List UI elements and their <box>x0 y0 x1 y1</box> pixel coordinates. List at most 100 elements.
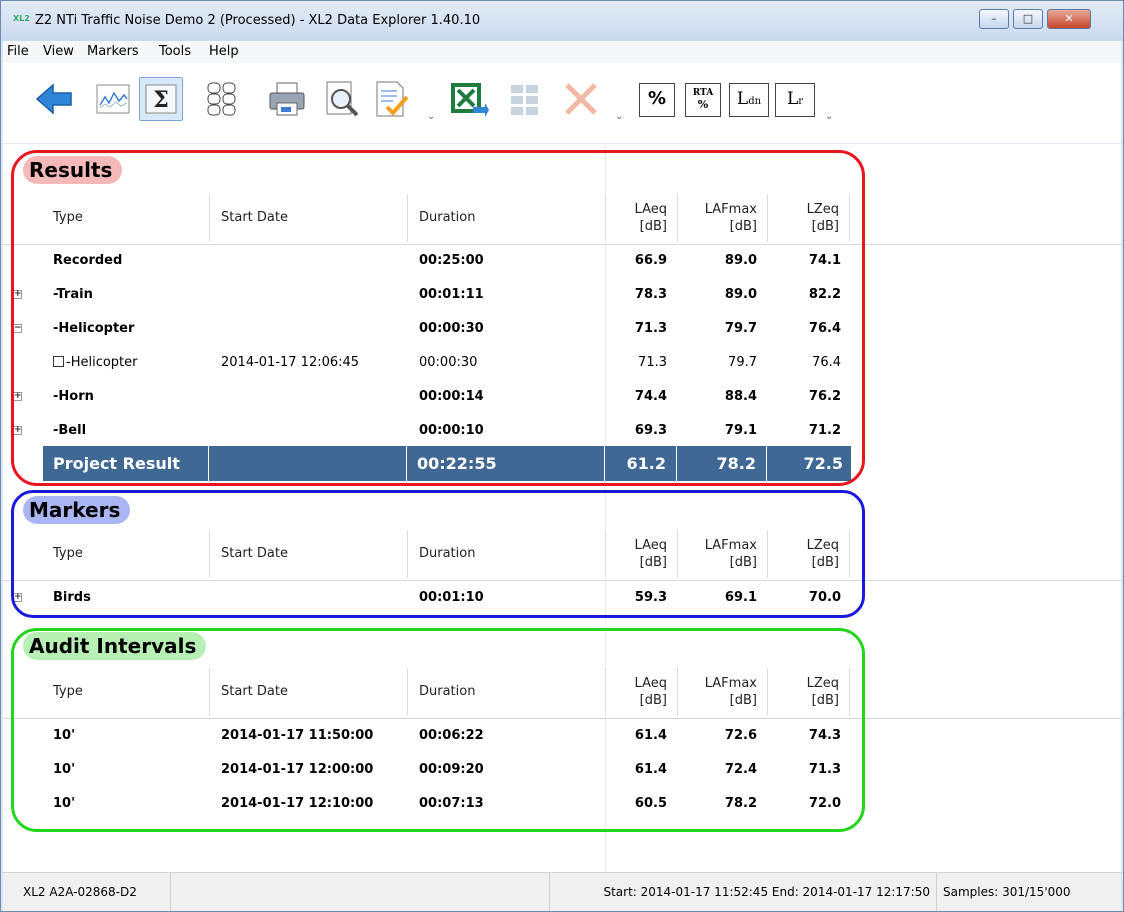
menu-file[interactable]: File <box>7 44 29 59</box>
maximize-button[interactable]: □ <box>1013 9 1043 29</box>
rta-percentile-button[interactable]: RTA % <box>681 77 725 121</box>
back-arrow-icon[interactable] <box>33 77 77 121</box>
ldn-button[interactable]: Ldn <box>727 77 771 121</box>
row-lzeq: 72.0 <box>808 796 841 811</box>
expand-icon[interactable]: + <box>13 426 22 435</box>
markers-row[interactable]: + Birds 00:01:10 59.3 69.1 70.0 <box>3 581 1121 615</box>
row-laeq: 74.4 <box>634 389 667 404</box>
menu-help[interactable]: Help <box>209 44 239 59</box>
col-type[interactable]: Type <box>43 192 219 244</box>
col-type[interactable]: Type <box>43 528 219 580</box>
sum-results-icon[interactable]: Σ <box>139 77 183 121</box>
time-history-icon[interactable] <box>91 77 135 121</box>
row-lafmax: 79.1 <box>724 423 757 438</box>
results-row[interactable]: -Helicopter 2014-01-17 12:06:45 00:00:30 71… <box>3 346 1121 380</box>
row-type: -Train <box>53 287 93 302</box>
project-result-laeq: 61.2 <box>605 446 677 481</box>
device-status: XL2 A2A-02868-D2 2.70 <box>17 873 171 911</box>
results-row[interactable]: Recorded 00:25:00 66.9 89.0 74.1 <box>3 244 1121 278</box>
row-start-date: 2014-01-17 12:00:00 <box>221 762 374 777</box>
menu-markers[interactable]: Markers <box>87 44 139 59</box>
row-laeq: 66.9 <box>634 253 667 268</box>
close-button[interactable]: ✕ <box>1047 9 1091 29</box>
expand-icon[interactable]: + <box>13 593 22 602</box>
col-duration[interactable]: Duration <box>409 192 613 244</box>
project-result-row[interactable]: Project Result 00:22:55 61.2 78.2 72.5 <box>43 446 851 481</box>
row-laeq: 71.3 <box>638 355 667 370</box>
toolbar-overflow-icon[interactable]: ⌄ <box>615 111 623 122</box>
ldn-sub-label: dn <box>748 96 762 107</box>
results-row[interactable]: − -Helicopter 00:00:30 71.3 79.7 76.4 <box>3 312 1121 346</box>
row-type: 10' <box>53 762 76 777</box>
expand-icon[interactable]: + <box>13 392 22 401</box>
grid-layout-icon[interactable] <box>503 77 547 121</box>
minimize-button[interactable]: – <box>979 9 1009 29</box>
toolbar-overflow-icon[interactable]: ⌄ <box>825 111 833 122</box>
col-lzeq-unit: [dB] <box>811 219 839 234</box>
lr-button[interactable]: Lr <box>773 77 817 121</box>
row-lafmax: 72.4 <box>724 762 757 777</box>
project-result-label: Project Result <box>43 446 209 481</box>
col-lafmax-label: LAFmax <box>704 202 757 217</box>
row-type-label: -Helicopter <box>66 355 138 370</box>
col-lafmax[interactable]: LAFmax [dB] <box>679 192 767 244</box>
row-lzeq: 76.2 <box>808 389 841 404</box>
col-lafmax[interactable]: LAFmax [dB] <box>679 666 767 718</box>
row-type: -Bell <box>53 423 87 438</box>
row-duration: 00:25:00 <box>419 253 484 268</box>
project-result-lzeq: 72.5 <box>803 454 843 473</box>
col-lafmax-unit: [dB] <box>729 219 757 234</box>
col-start-date[interactable]: Start Date <box>211 528 415 580</box>
row-start-date <box>221 414 407 448</box>
col-lafmax[interactable]: LAFmax [dB] <box>679 528 767 580</box>
markers-header-row: Type Start Date Duration LAeq [dB] LAFmax… <box>3 528 1121 581</box>
col-type[interactable]: Type <box>43 666 219 718</box>
function-keys-icon[interactable] <box>201 77 245 121</box>
row-duration: 00:09:20 <box>419 762 484 777</box>
col-laeq[interactable]: LAeq [dB] <box>607 192 677 244</box>
row-checkbox[interactable] <box>53 356 64 367</box>
row-lafmax: 88.4 <box>724 389 757 404</box>
delete-icon[interactable] <box>559 77 603 121</box>
col-lzeq[interactable]: LZeq [dB] <box>769 528 849 580</box>
percentile-button[interactable]: % <box>635 77 679 121</box>
row-lzeq: 74.1 <box>808 253 841 268</box>
col-duration[interactable]: Duration <box>409 528 613 580</box>
col-laeq[interactable]: LAeq [dB] <box>607 528 677 580</box>
expand-icon[interactable]: + <box>13 290 22 299</box>
col-lafmax-unit: [dB] <box>729 693 757 708</box>
menu-tools[interactable]: Tools <box>159 44 191 59</box>
excel-export-icon[interactable] <box>445 77 489 121</box>
col-laeq[interactable]: LAeq [dB] <box>607 666 677 718</box>
audit-row[interactable]: 10' 2014-01-17 11:50:00 00:06:22 61.4 72.6 74… <box>3 719 1121 753</box>
col-lzeq[interactable]: LZeq [dB] <box>769 666 849 718</box>
col-start-date[interactable]: Start Date <box>211 192 415 244</box>
col-lzeq[interactable]: LZeq [dB] <box>769 192 849 244</box>
col-lzeq-label: LZeq <box>806 202 839 217</box>
report-icon[interactable] <box>369 77 413 121</box>
toolbar-overflow-icon[interactable]: ⌄ <box>427 111 435 122</box>
results-row[interactable]: + -Horn 00:00:14 74.4 88.4 76.2 <box>3 380 1121 414</box>
menu-view[interactable]: View <box>43 44 74 59</box>
col-start-date[interactable]: Start Date <box>211 666 415 718</box>
col-lzeq-unit: [dB] <box>811 555 839 570</box>
row-type: -Helicopter <box>53 321 135 336</box>
col-duration[interactable]: Duration <box>409 666 613 718</box>
row-type: -Horn <box>53 389 94 404</box>
row-start-date <box>221 244 407 278</box>
print-preview-icon[interactable] <box>319 77 363 121</box>
row-lzeq: 71.2 <box>808 423 841 438</box>
results-row[interactable]: + -Bell 00:00:10 69.3 79.1 71.2 <box>3 414 1121 448</box>
audit-row[interactable]: 10' 2014-01-17 12:00:00 00:09:20 61.4 72.4 71… <box>3 753 1121 787</box>
xl2-app-icon: XL2 <box>13 14 30 23</box>
results-view: Results Type Start Date Duration LAeq [dB… <box>3 144 1121 872</box>
collapse-icon[interactable]: − <box>13 324 22 333</box>
results-row[interactable]: + -Train 00:01:11 78.3 89.0 82.2 <box>3 278 1121 312</box>
percentile-label: % <box>639 83 675 117</box>
audit-row[interactable]: 10' 2014-01-17 12:10:00 00:07:13 60.5 78.2 72… <box>3 787 1121 821</box>
row-laeq: 71.3 <box>634 321 667 336</box>
row-duration: 00:00:14 <box>419 389 484 404</box>
printer-icon[interactable] <box>265 77 309 121</box>
lr-label: L <box>786 89 799 109</box>
row-laeq: 78.3 <box>634 287 667 302</box>
